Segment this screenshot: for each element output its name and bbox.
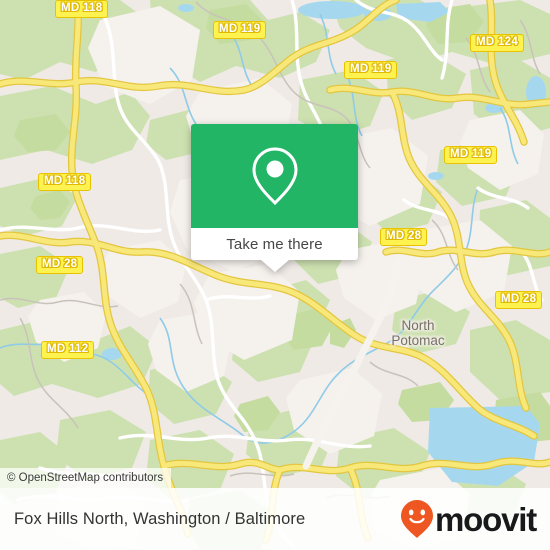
map-canvas[interactable]: MD 118 MD 119 MD 124 MD 119 MD 119 MD 11… bbox=[0, 0, 550, 550]
road-shield-md28-3[interactable]: MD 28 bbox=[495, 291, 543, 309]
callout-tail bbox=[260, 260, 289, 272]
road-shield-md28-2[interactable]: MD 28 bbox=[36, 256, 84, 274]
place-label-line2: Potomac bbox=[391, 333, 445, 348]
place-label-north-potomac: North Potomac bbox=[372, 318, 464, 348]
road-shield-md119-3[interactable]: MD 119 bbox=[444, 146, 498, 164]
road-shield-md124[interactable]: MD 124 bbox=[470, 34, 525, 52]
road-shield-md118-2[interactable]: MD 118 bbox=[38, 173, 92, 191]
moovit-smiley-pin-icon bbox=[401, 500, 434, 538]
screenshot-root: MD 118 MD 119 MD 124 MD 119 MD 119 MD 11… bbox=[0, 0, 550, 550]
location-callout[interactable]: Take me there bbox=[191, 124, 358, 272]
road-shield-md119-2[interactable]: MD 119 bbox=[344, 61, 398, 79]
map-attribution[interactable]: © OpenStreetMap contributors bbox=[0, 468, 172, 488]
callout-action[interactable]: Take me there bbox=[191, 228, 358, 260]
footer-bar: Fox Hills North, Washington / Baltimore … bbox=[0, 488, 550, 550]
road-shield-md112[interactable]: MD 112 bbox=[41, 341, 95, 359]
road-shield-md118-1[interactable]: MD 118 bbox=[55, 0, 109, 18]
map-pin-icon bbox=[251, 147, 298, 206]
place-label-line1: North bbox=[401, 318, 435, 333]
callout-action-label: Take me there bbox=[226, 235, 323, 253]
callout-header bbox=[191, 124, 358, 228]
page-title: Fox Hills North, Washington / Baltimore bbox=[14, 509, 306, 528]
attribution-text: © OpenStreetMap contributors bbox=[7, 472, 164, 484]
road-shield-md119-1[interactable]: MD 119 bbox=[213, 21, 267, 39]
road-shield-md28-1[interactable]: MD 28 bbox=[380, 228, 428, 246]
moovit-brand[interactable]: moovit bbox=[400, 499, 537, 539]
moovit-wordmark: moovit bbox=[435, 500, 537, 538]
